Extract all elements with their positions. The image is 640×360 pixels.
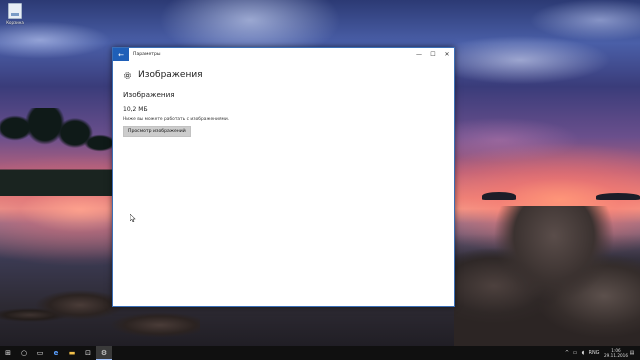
back-button[interactable]: ← — [113, 48, 129, 61]
window-titlebar[interactable]: ← Параметры — ☐ ✕ — [113, 48, 454, 61]
store-icon[interactable]: ⊡ — [80, 346, 96, 360]
recycle-bin-icon — [8, 3, 22, 19]
maximize-button[interactable]: ☐ — [426, 48, 440, 61]
volume-icon[interactable]: ◖ — [579, 346, 587, 360]
storage-size-value: 10,2 МБ — [123, 106, 148, 113]
system-tray: ^ ▭ ◖ RNG 1:06 29.11.2016 ▤ — [563, 346, 636, 360]
mouse-cursor-icon — [130, 214, 136, 222]
search-icon[interactable]: ○ — [16, 346, 32, 360]
language-indicator[interactable]: RNG — [587, 346, 601, 360]
wallpaper-island — [482, 192, 516, 200]
edge-browser-icon[interactable]: e — [48, 346, 64, 360]
view-images-button[interactable]: Просмотр изображений — [123, 126, 191, 137]
taskbar: ⊞ ○ ▭ e ▬ ⊡ ⚙ ^ ▭ ◖ RNG 1:06 29.11.2016 … — [0, 346, 640, 360]
window-title: Параметры — [133, 52, 161, 57]
minimize-button[interactable]: — — [412, 48, 426, 61]
notification-icon[interactable]: ▤ — [628, 346, 636, 360]
settings-window: ← Параметры — ☐ ✕ Изображения Изображени… — [112, 47, 455, 307]
section-description: Ниже вы можете работать с изображениями. — [123, 117, 230, 122]
page-header: Изображения — [123, 70, 203, 80]
file-explorer-icon[interactable]: ▬ — [64, 346, 80, 360]
settings-taskbar-icon[interactable]: ⚙ — [96, 346, 112, 360]
task-view-icon[interactable]: ▭ — [32, 346, 48, 360]
network-icon[interactable]: ▭ — [571, 346, 579, 360]
wallpaper-island — [596, 193, 640, 200]
page-title: Изображения — [138, 70, 203, 80]
clock-date: 29.11.2016 — [604, 353, 628, 358]
gear-icon — [124, 71, 131, 79]
close-button[interactable]: ✕ — [440, 48, 454, 61]
chevron-up-icon[interactable]: ^ — [563, 346, 571, 360]
desktop-icon-label: Корзина — [6, 20, 24, 25]
wallpaper-palms — [0, 108, 112, 196]
start-button[interactable]: ⊞ — [0, 346, 16, 360]
wallpaper-rocks — [454, 206, 640, 346]
section-title: Изображения — [123, 90, 175, 99]
clock[interactable]: 1:06 29.11.2016 — [604, 348, 628, 358]
window-controls: — ☐ ✕ — [412, 48, 454, 61]
desktop-icon-recycle-bin[interactable]: Корзина — [4, 3, 26, 25]
